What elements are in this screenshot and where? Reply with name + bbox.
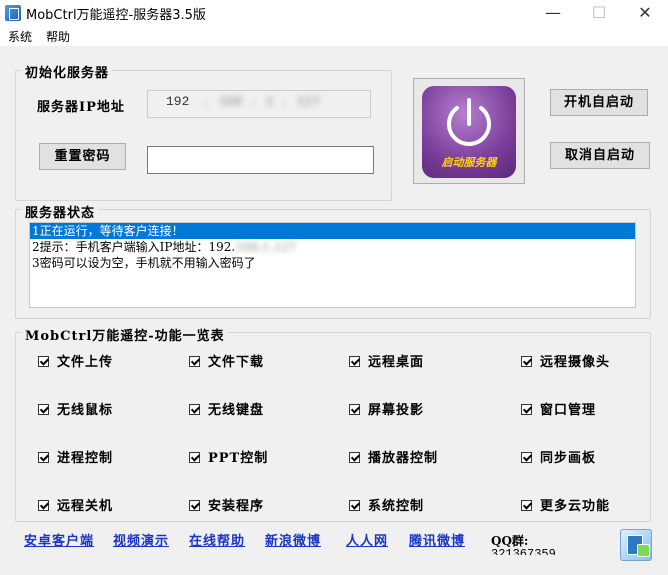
checkbox-checked-icon[interactable] <box>349 500 360 511</box>
feature-player-control[interactable]: 播放器控制 <box>349 447 438 466</box>
feature-file-download[interactable]: 文件下载 <box>189 351 264 370</box>
feature-label: 文件上传 <box>57 355 114 370</box>
title-bar: MobCtrl万能遥控-服务器3.5版 — ☐ ✕ <box>0 0 668 26</box>
ip-address-label: 服务器IP地址 <box>37 100 125 115</box>
maximize-button[interactable]: ☐ <box>576 0 622 26</box>
start-server-button[interactable]: 启动服务器 <box>413 78 525 184</box>
feature-label: 同步画板 <box>540 451 597 466</box>
feature-label: 窗口管理 <box>540 403 597 418</box>
feature-remote-shutdown[interactable]: 远程关机 <box>38 495 113 514</box>
link-android-client[interactable]: 安卓客户端 <box>24 530 94 549</box>
feature-wireless-mouse[interactable]: 无线鼠标 <box>38 399 113 418</box>
feature-ppt-control[interactable]: PPT控制 <box>189 447 268 466</box>
checkbox-checked-icon[interactable] <box>521 356 532 367</box>
close-button[interactable]: ✕ <box>622 0 668 26</box>
feature-label: 屏幕投影 <box>368 403 425 418</box>
checkbox-checked-icon[interactable] <box>38 500 49 511</box>
feature-window-manager[interactable]: 窗口管理 <box>521 399 596 418</box>
app-icon <box>5 5 21 21</box>
feature-install-program[interactable]: 安装程序 <box>189 495 264 514</box>
link-tencent-weibo[interactable]: 腾讯微博 <box>409 530 465 549</box>
ip-rest-octets: . 168 . 1 . 127 <box>203 94 321 109</box>
feature-process-control[interactable]: 进程控制 <box>38 447 113 466</box>
start-server-graphic: 启动服务器 <box>422 86 516 178</box>
status-line-3[interactable]: 3密码可以设为空，手机就不用输入密码了 <box>30 255 635 271</box>
feature-label: 系统控制 <box>368 499 425 514</box>
checkbox-checked-icon[interactable] <box>521 404 532 415</box>
feature-label: 进程控制 <box>57 451 114 466</box>
checkbox-checked-icon[interactable] <box>349 452 360 463</box>
status-line-2-prefix: 2提示：手机客户端输入IP地址：192. <box>32 240 236 254</box>
feature-sync-drawing[interactable]: 同步画板 <box>521 447 596 466</box>
checkbox-checked-icon[interactable] <box>189 452 200 463</box>
status-line-2[interactable]: 2提示：手机客户端输入IP地址：192.168.1.127 <box>30 239 635 255</box>
mobctrl-app-icon[interactable] <box>620 529 652 561</box>
feature-label: 远程桌面 <box>368 355 425 370</box>
start-server-label: 启动服务器 <box>441 156 497 169</box>
ip-address-field[interactable]: 192 . 168 . 1 . 127 <box>147 90 371 118</box>
checkbox-checked-icon[interactable] <box>38 356 49 367</box>
menu-bar: 系统 帮助 <box>0 26 668 46</box>
checkbox-checked-icon[interactable] <box>189 356 200 367</box>
status-listbox[interactable]: 1正在运行，等待客户连接！ 2提示：手机客户端输入IP地址：192.168.1.… <box>29 222 636 308</box>
feature-label: 远程摄像头 <box>540 355 611 370</box>
checkbox-checked-icon[interactable] <box>349 356 360 367</box>
status-line-1[interactable]: 1正在运行，等待客户连接！ <box>30 223 635 239</box>
power-icon <box>447 98 491 146</box>
menu-system[interactable]: 系统 <box>8 28 32 45</box>
feature-file-upload[interactable]: 文件上传 <box>38 351 113 370</box>
feature-label: 更多云功能 <box>540 499 611 514</box>
client-area: 初始化服务器 服务器IP地址 192 . 168 . 1 . 127 重置密码 … <box>0 46 668 575</box>
feature-label: 无线鼠标 <box>57 403 114 418</box>
checkbox-checked-icon[interactable] <box>189 500 200 511</box>
checkbox-checked-icon[interactable] <box>349 404 360 415</box>
feature-remote-desktop[interactable]: 远程桌面 <box>349 351 424 370</box>
server-status-group-title: 服务器状态 <box>22 202 99 221</box>
link-renren[interactable]: 人人网 <box>346 530 388 549</box>
checkbox-checked-icon[interactable] <box>38 404 49 415</box>
autostart-button[interactable]: 开机自启动 <box>550 89 648 116</box>
window-title: MobCtrl万能遥控-服务器3.5版 <box>26 8 206 23</box>
password-field[interactable] <box>147 146 374 174</box>
status-line-2-ip: 168.1.127 <box>235 240 297 254</box>
checkbox-checked-icon[interactable] <box>521 500 532 511</box>
features-group-title: MobCtrl万能遥控-功能一览表 <box>22 325 228 344</box>
ip-first-octet: 192 <box>166 94 190 109</box>
link-video-demo[interactable]: 视频演示 <box>113 530 169 549</box>
feature-remote-camera[interactable]: 远程摄像头 <box>521 351 610 370</box>
feature-more-cloud[interactable]: 更多云功能 <box>521 495 610 514</box>
feature-label: 远程关机 <box>57 499 114 514</box>
cancel-autostart-button[interactable]: 取消自启动 <box>550 142 650 169</box>
feature-label: 文件下载 <box>208 355 265 370</box>
reset-password-button[interactable]: 重置密码 <box>39 143 126 170</box>
feature-label: PPT控制 <box>208 451 269 466</box>
qq-group-number: 321367359 <box>491 547 556 555</box>
menu-help[interactable]: 帮助 <box>46 28 70 45</box>
feature-label: 安装程序 <box>208 499 265 514</box>
link-sina-weibo[interactable]: 新浪微博 <box>265 530 321 549</box>
checkbox-checked-icon[interactable] <box>521 452 532 463</box>
feature-screen-projection[interactable]: 屏幕投影 <box>349 399 424 418</box>
feature-label: 无线键盘 <box>208 403 265 418</box>
feature-system-control[interactable]: 系统控制 <box>349 495 424 514</box>
checkbox-checked-icon[interactable] <box>38 452 49 463</box>
feature-label: 播放器控制 <box>368 451 439 466</box>
init-server-group-title: 初始化服务器 <box>22 62 113 81</box>
feature-wireless-keyboard[interactable]: 无线键盘 <box>189 399 264 418</box>
minimize-button[interactable]: — <box>530 0 576 26</box>
link-online-help[interactable]: 在线帮助 <box>189 530 245 549</box>
checkbox-checked-icon[interactable] <box>189 404 200 415</box>
